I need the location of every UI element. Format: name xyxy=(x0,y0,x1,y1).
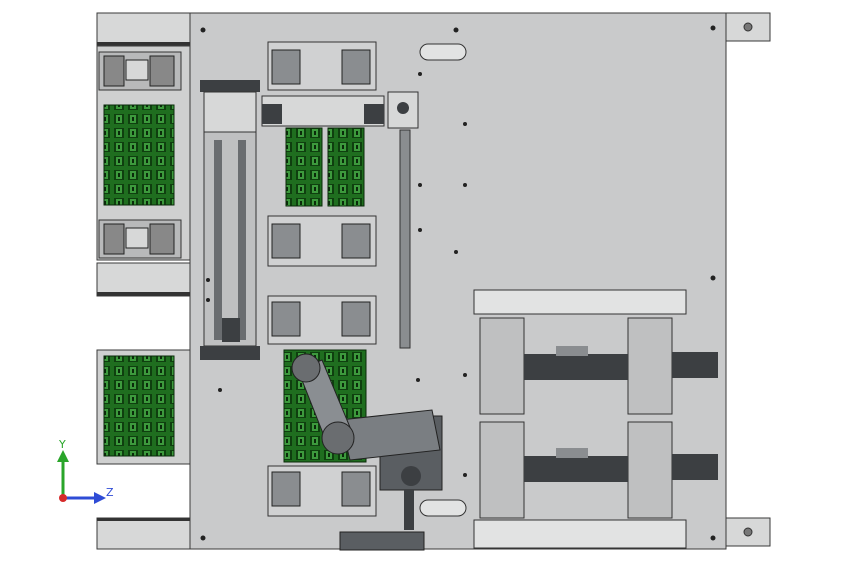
left-rail-mid xyxy=(96,262,191,297)
axis-triad: Y Z xyxy=(57,438,114,504)
conveyor-bar xyxy=(473,289,687,315)
axis-x-dot-icon xyxy=(59,494,67,502)
linear-actuator xyxy=(200,80,260,360)
slot-top xyxy=(419,43,467,61)
cad-top-view xyxy=(96,12,771,551)
left-rail-top xyxy=(96,12,191,46)
connector-strip xyxy=(339,531,425,551)
slot-bottom xyxy=(419,499,467,517)
cad-viewport[interactable]: Y Z xyxy=(0,0,867,562)
left-fixture-upper xyxy=(96,45,191,261)
axis-y-arrow-icon xyxy=(57,450,69,462)
left-rail-bottom xyxy=(96,517,191,550)
axis-y-label: Y xyxy=(58,438,66,451)
axis-z-label: Z xyxy=(106,486,114,499)
axis-z-arrow-icon xyxy=(94,492,106,504)
